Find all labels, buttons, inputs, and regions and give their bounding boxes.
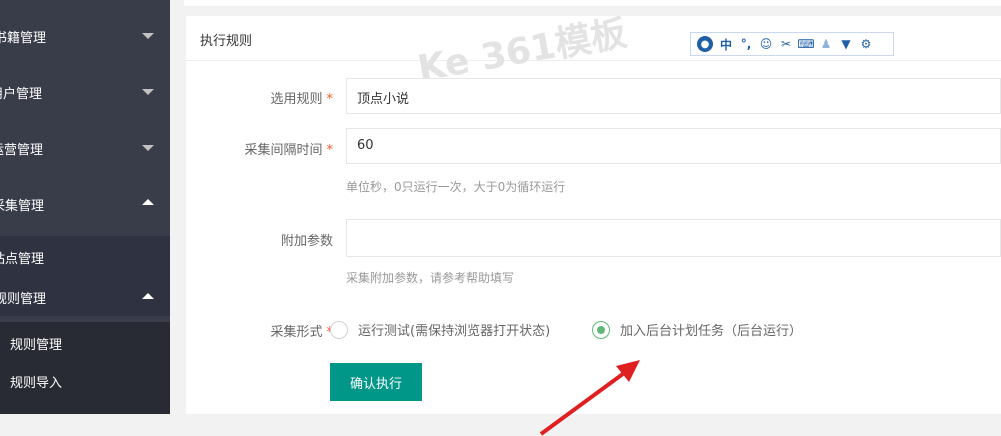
- rule-select[interactable]: 顶点小说: [346, 78, 1001, 114]
- params-input[interactable]: [346, 219, 1001, 257]
- chevron-up-icon: [142, 199, 154, 205]
- sidebar-item-label: 用户管理: [0, 87, 43, 102]
- params-label: 附加参数: [280, 234, 333, 249]
- submit-button[interactable]: 确认执行: [330, 363, 422, 401]
- interval-help: 单位秒，0只运行一次，大于0为循环运行: [346, 180, 566, 194]
- card-title: 执行规则: [200, 34, 253, 49]
- sidebar-item-rules[interactable]: 规则管理: [0, 276, 170, 316]
- sidebar: 书籍管理 用户管理 运营管理 采集管理 站点管理 规则管理 规则管理 规则导入: [0, 0, 170, 414]
- rule-card: 执行规则 Ke 361模板 ● 中 °, ☺ ✂ ⌨ ♟ ▼ ⚙ 选用规则 * 顶…: [186, 13, 1001, 436]
- interval-value: 60: [357, 138, 374, 153]
- mode-label: 采集形式*: [270, 325, 333, 340]
- chevron-down-icon: [142, 145, 154, 151]
- sidebar-item-rule-import[interactable]: 规则导入: [0, 362, 170, 414]
- mode-radio-label: 加入后台计划任务（后台运行）: [620, 324, 803, 339]
- mode-radio-label: 运行测试(需保持浏览器打开状态): [358, 324, 551, 339]
- sidebar-item-label: 书籍管理: [0, 31, 47, 46]
- radio-checked-icon: [592, 320, 610, 339]
- shirt-icon[interactable]: ▼: [839, 37, 853, 51]
- sidebar-item-label: 规则导入: [10, 376, 63, 391]
- rule-label: 选用规则 *: [270, 92, 333, 107]
- chinese-char-icon[interactable]: 中: [719, 37, 733, 52]
- interval-label: 采集间隔时间 *: [244, 143, 333, 158]
- annotation-arrow-icon: [539, 360, 640, 436]
- sidebar-item-books[interactable]: 书籍管理: [0, 8, 170, 64]
- emoji-icon[interactable]: ☺: [759, 37, 773, 51]
- radio-circle-icon: [330, 320, 348, 339]
- sidebar-item-label: 采集管理: [0, 199, 45, 214]
- params-help: 采集附加参数，请参考帮助填写: [346, 271, 515, 285]
- sidebar-item-users[interactable]: 用户管理: [0, 64, 170, 120]
- sidebar-item-operations[interactable]: 运营管理: [0, 120, 170, 176]
- mode-radio-background[interactable]: 加入后台计划任务（后台运行）: [592, 320, 802, 339]
- top-strip: [184, 0, 1001, 6]
- rule-select-value: 顶点小说: [357, 92, 410, 107]
- user-icon[interactable]: ♟: [819, 37, 833, 51]
- chevron-down-icon: [142, 89, 154, 95]
- interval-input[interactable]: 60: [346, 128, 1001, 164]
- avatar-icon[interactable]: ●: [697, 36, 713, 52]
- sidebar-item-label: 站点管理: [0, 252, 45, 267]
- ime-toolbar: ● 中 °, ☺ ✂ ⌨ ♟ ▼ ⚙: [690, 32, 894, 56]
- sidebar-item-collection[interactable]: 采集管理: [0, 176, 170, 232]
- scissors-icon[interactable]: ✂: [779, 37, 793, 51]
- punctuation-icon[interactable]: °,: [739, 37, 753, 51]
- sidebar-item-label: 规则管理: [10, 338, 63, 353]
- gear-icon[interactable]: ⚙: [859, 37, 873, 51]
- sidebar-item-label: 规则管理: [0, 292, 47, 307]
- keyboard-icon[interactable]: ⌨: [797, 37, 814, 51]
- mode-radio-test[interactable]: 运行测试(需保持浏览器打开状态): [330, 320, 550, 339]
- chevron-down-icon: [142, 33, 154, 39]
- main-content: 执行规则 Ke 361模板 ● 中 °, ☺ ✂ ⌨ ♟ ▼ ⚙ 选用规则 * 顶…: [170, 0, 1001, 436]
- chevron-up-icon: [142, 293, 154, 299]
- sidebar-item-rule-manage[interactable]: 规则管理: [0, 322, 170, 362]
- sidebar-item-sites[interactable]: 站点管理: [0, 236, 170, 276]
- sidebar-item-label: 运营管理: [0, 143, 44, 158]
